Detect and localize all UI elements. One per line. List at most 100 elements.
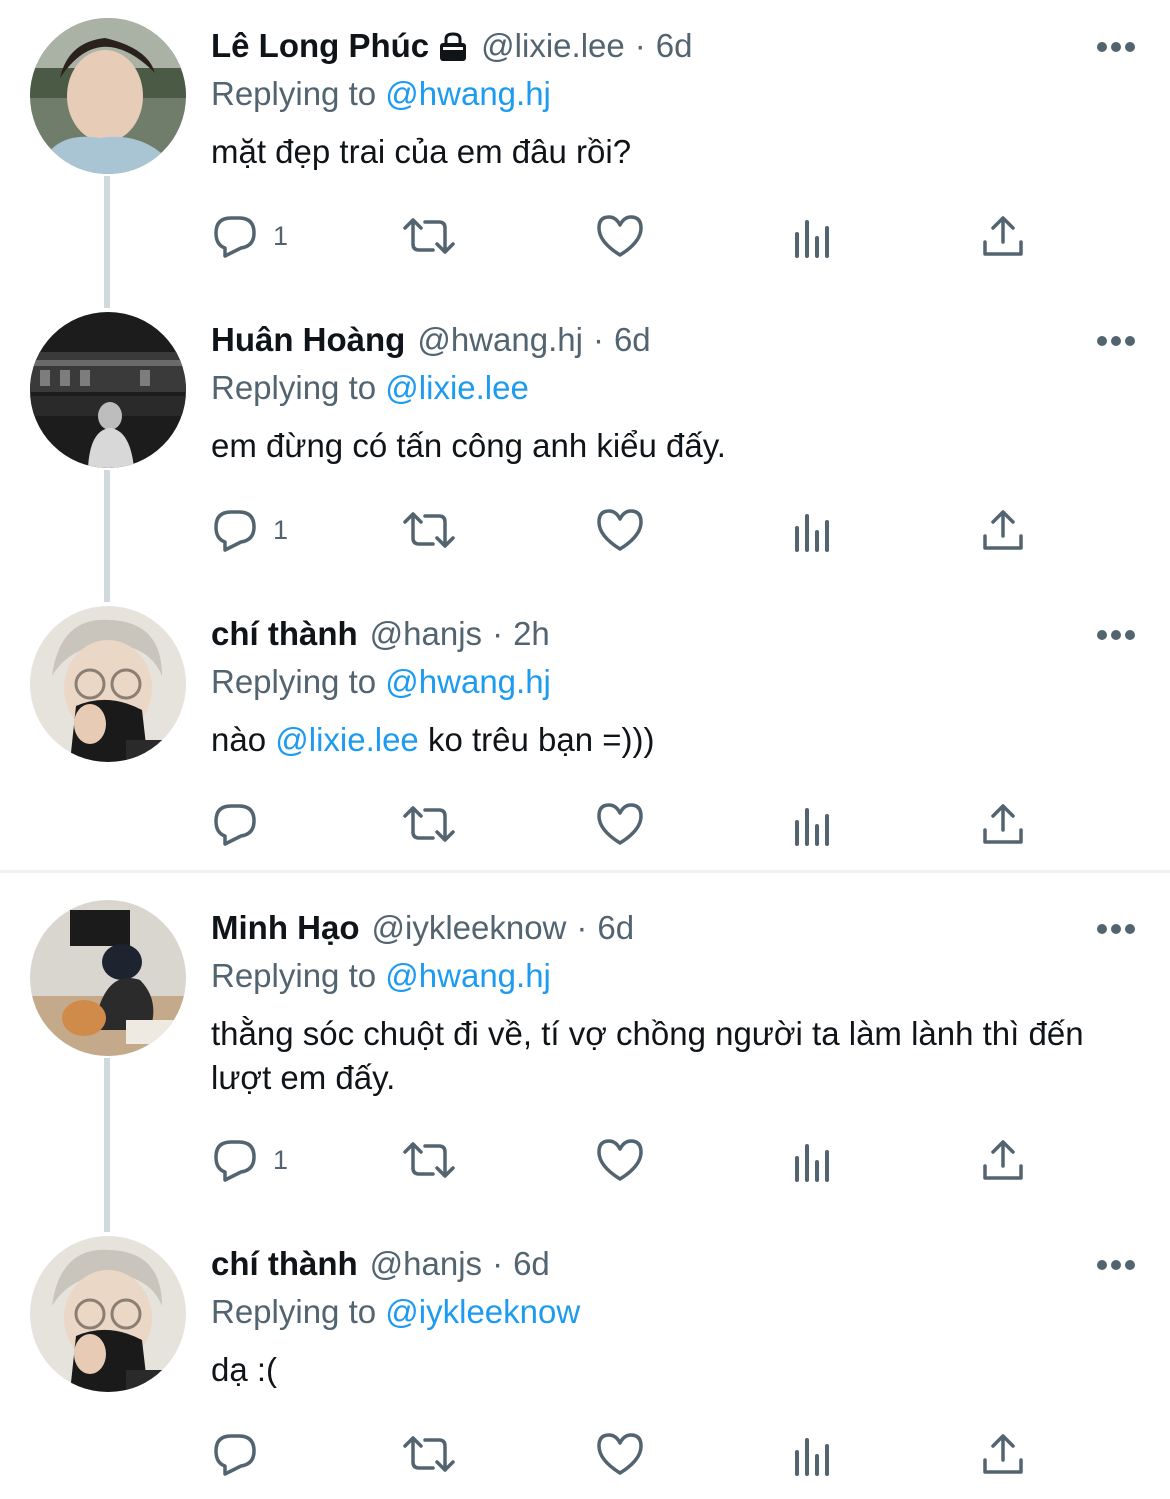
retweet-button[interactable]: [401, 1134, 457, 1186]
more-icon[interactable]: [1096, 1258, 1136, 1270]
display-name[interactable]: chí thành: [211, 1242, 358, 1286]
avatar[interactable]: [30, 1236, 186, 1392]
retweet-icon: [403, 218, 455, 254]
display-name[interactable]: Lê Long Phúc: [211, 24, 429, 68]
tweet-actions: 1: [211, 1134, 1091, 1186]
display-name[interactable]: chí thành: [211, 612, 358, 656]
separator: ·: [492, 615, 504, 652]
analytics-button[interactable]: [791, 1428, 835, 1480]
avatar[interactable]: [30, 312, 186, 468]
share-button[interactable]: [981, 1134, 1025, 1186]
replying-to: Replying to @hwang.hj: [211, 954, 551, 998]
share-button[interactable]: [981, 504, 1025, 556]
mention-link[interactable]: @hwang.hj: [385, 663, 551, 700]
share-button[interactable]: [981, 210, 1025, 262]
share-icon: [983, 216, 1023, 256]
tweet-actions: [211, 798, 1091, 850]
like-icon: [597, 1433, 643, 1475]
handle[interactable]: @lixie.lee: [481, 24, 625, 68]
analytics-icon: [795, 220, 829, 258]
reply-button[interactable]: 1: [211, 1134, 288, 1186]
more-icon[interactable]: [1096, 334, 1136, 346]
share-button[interactable]: [981, 1428, 1025, 1480]
analytics-icon: [795, 514, 829, 552]
mention-link[interactable]: @hwang.hj: [385, 75, 551, 112]
share-button[interactable]: [981, 798, 1025, 850]
retweet-icon: [403, 806, 455, 842]
reply-icon: [214, 510, 256, 552]
analytics-button[interactable]: [791, 1134, 835, 1186]
replying-to: Replying to @iykleeknow: [211, 1290, 580, 1334]
mention-link[interactable]: @lixie.lee: [275, 721, 419, 758]
tweet-actions: [211, 1428, 1091, 1480]
timestamp[interactable]: 6d: [656, 24, 693, 68]
reply-button[interactable]: [211, 1428, 259, 1480]
reply-count: 1: [273, 220, 289, 251]
tweet-text: nào @lixie.lee ko trêu bạn =))): [211, 718, 1131, 762]
reply-icon: [214, 804, 256, 846]
retweet-button[interactable]: [401, 504, 457, 556]
tweet[interactable]: chí thành @hanjs · 6d Replying to @iykle…: [0, 1218, 1170, 1499]
timestamp[interactable]: 2h: [513, 612, 550, 656]
avatar[interactable]: [30, 18, 186, 174]
retweet-button[interactable]: [401, 210, 457, 262]
tweet[interactable]: chí thành @hanjs · 2h Replying to @hwang…: [0, 588, 1170, 868]
tweet[interactable]: Lê Long Phúc @lixie.lee · 6d Replying to…: [0, 0, 1170, 300]
more-icon[interactable]: [1096, 40, 1136, 52]
timestamp[interactable]: 6d: [614, 318, 651, 362]
timestamp[interactable]: 6d: [513, 1242, 550, 1286]
like-button[interactable]: [595, 1134, 645, 1186]
replying-to: Replying to @hwang.hj: [211, 660, 551, 704]
replying-label: Replying to: [211, 663, 377, 700]
tweet-actions: 1: [211, 210, 1091, 262]
tweet-text: thằng sóc chuột đi về, tí vợ chồng người…: [211, 1015, 1084, 1096]
handle[interactable]: @hwang.hj: [417, 318, 583, 362]
retweet-button[interactable]: [401, 1428, 457, 1480]
tweet[interactable]: Huân Hoàng @hwang.hj · 6d Replying to @l…: [0, 294, 1170, 594]
reply-count: 1: [273, 1144, 289, 1175]
like-button[interactable]: [595, 504, 645, 556]
analytics-icon: [795, 1144, 829, 1182]
timestamp[interactable]: 6d: [597, 906, 634, 950]
tweet-text: dạ :(: [211, 1351, 278, 1388]
analytics-button[interactable]: [791, 210, 835, 262]
more-icon[interactable]: [1096, 628, 1136, 640]
reply-icon: [214, 1140, 256, 1182]
handle[interactable]: @hanjs: [370, 1242, 482, 1286]
separator: ·: [576, 909, 588, 946]
handle[interactable]: @hanjs: [370, 612, 482, 656]
like-icon: [597, 803, 643, 845]
analytics-button[interactable]: [791, 798, 835, 850]
more-icon[interactable]: [1096, 922, 1136, 934]
like-button[interactable]: [595, 798, 645, 850]
analytics-button[interactable]: [791, 504, 835, 556]
mention-link[interactable]: @hwang.hj: [385, 957, 551, 994]
retweet-icon: [403, 512, 455, 548]
analytics-icon: [795, 808, 829, 846]
separator: ·: [634, 27, 646, 64]
reply-button[interactable]: 1: [211, 210, 288, 262]
share-icon: [983, 1434, 1023, 1474]
like-button[interactable]: [595, 1428, 645, 1480]
mention-link[interactable]: @iykleeknow: [385, 1293, 580, 1330]
avatar[interactable]: [30, 606, 186, 762]
lock-icon: [437, 30, 469, 62]
replying-label: Replying to: [211, 1293, 377, 1330]
mention-link[interactable]: @lixie.lee: [385, 369, 529, 406]
avatar[interactable]: [30, 900, 186, 1056]
like-icon: [597, 1139, 643, 1181]
reply-count: 1: [273, 514, 289, 545]
tweet-text-part: nào: [211, 721, 276, 758]
replying-label: Replying to: [211, 369, 377, 406]
display-name[interactable]: Huân Hoàng: [211, 318, 405, 362]
handle[interactable]: @iykleeknow: [371, 906, 566, 950]
replying-label: Replying to: [211, 957, 377, 994]
display-name[interactable]: Minh Hạo: [211, 906, 359, 950]
reply-button[interactable]: [211, 798, 259, 850]
retweet-button[interactable]: [401, 798, 457, 850]
like-icon: [597, 215, 643, 257]
retweet-icon: [403, 1436, 455, 1472]
like-button[interactable]: [595, 210, 645, 262]
tweet[interactable]: Minh Hạo @iykleeknow · 6d Replying to @h…: [0, 882, 1170, 1222]
reply-button[interactable]: 1: [211, 504, 288, 556]
